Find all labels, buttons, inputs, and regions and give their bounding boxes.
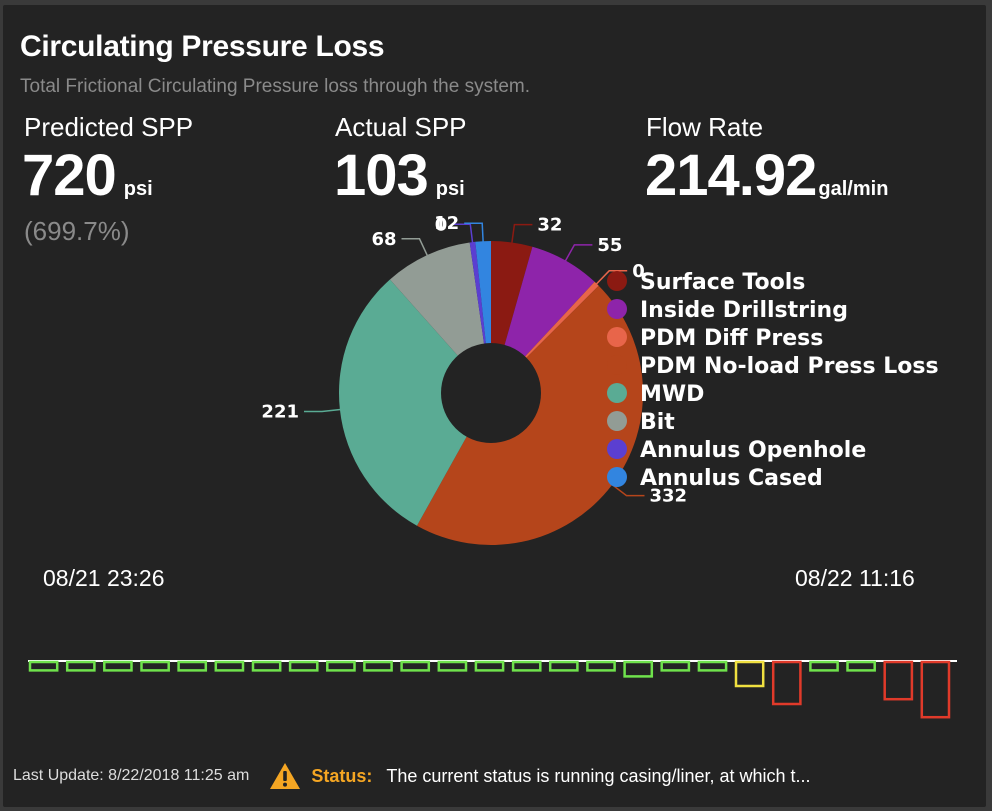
legend-swatch-bit[interactable] <box>607 411 627 431</box>
timeline-bar[interactable] <box>771 660 802 706</box>
legend-label-annulus-cased[interactable]: Annulus Cased <box>640 466 823 491</box>
legend-label-bit[interactable]: Bit <box>640 410 675 435</box>
legend-label-pdm-no-load-press-loss[interactable]: PDM No-load Press Loss <box>640 354 939 379</box>
timeline-bar[interactable] <box>697 660 728 672</box>
timeline-bar[interactable] <box>251 660 282 672</box>
timeline-bar[interactable] <box>586 660 616 672</box>
timeline-bar[interactable] <box>809 660 839 672</box>
leader-inside-drillstring <box>562 244 593 265</box>
legend-label-pdm-diff-press[interactable]: PDM Diff Press <box>640 326 823 351</box>
timeline-bar[interactable] <box>326 660 356 672</box>
data-label-inside-drillstring: 55 <box>597 235 622 256</box>
leader-mwd <box>304 408 344 413</box>
timeline-bar[interactable] <box>734 660 765 688</box>
status-text[interactable]: The current status is running casing/lin… <box>386 766 810 787</box>
status-label: Status: <box>311 765 373 786</box>
timeline-start-time: 08/21 23:26 <box>43 565 165 591</box>
timeline-bar[interactable] <box>177 660 208 672</box>
donut-hole <box>441 343 541 443</box>
timeline-bar[interactable] <box>920 660 951 719</box>
timeline-bar[interactable] <box>660 660 691 672</box>
legend-swatch-inside-drillstring[interactable] <box>607 299 627 319</box>
timeline-bar[interactable] <box>548 660 579 672</box>
timeline-bar[interactable] <box>288 660 319 672</box>
timeline-bar[interactable] <box>883 660 914 701</box>
legend-swatch-mwd[interactable] <box>607 383 627 403</box>
timeline-bar[interactable] <box>140 660 170 672</box>
timeline-bar[interactable] <box>511 660 542 672</box>
timeline-bar[interactable] <box>623 660 654 678</box>
timeline-bar[interactable] <box>103 660 133 672</box>
data-label-annulus-cased: 12 <box>434 213 459 234</box>
warning-icon <box>270 763 301 789</box>
timeline-bar[interactable] <box>214 660 245 672</box>
legend-swatch-annulus-openhole[interactable] <box>607 439 627 459</box>
data-label-bit: 68 <box>371 229 396 250</box>
legend-swatch-pdm-no-load-press-loss[interactable] <box>607 355 627 375</box>
legend-swatch-annulus-cased[interactable] <box>607 467 627 487</box>
status-timeline <box>28 660 957 719</box>
timeline-bar[interactable] <box>437 660 468 672</box>
timeline-bar[interactable] <box>65 660 96 672</box>
timeline-bar[interactable] <box>474 660 505 672</box>
legend-label-annulus-openhole[interactable]: Annulus Openhole <box>640 438 866 463</box>
timeline-end-time: 08/22 11:16 <box>795 565 915 591</box>
leader-bit <box>401 238 430 260</box>
legend-swatch-surface-tools[interactable] <box>607 271 627 291</box>
pressure-loss-donut-chart: 3255033222168012 Surface ToolsInside Dri… <box>28 213 957 719</box>
timeline-bar[interactable] <box>363 660 393 672</box>
chart-legend: Surface Tools Inside Drillstring PDM Diff … <box>607 270 939 491</box>
legend-swatch-pdm-diff-press[interactable] <box>607 327 627 347</box>
legend-label-inside-drillstring[interactable]: Inside Drillstring <box>640 298 848 323</box>
timeline-bar[interactable] <box>846 660 876 672</box>
legend-label-mwd[interactable]: MWD <box>640 382 704 407</box>
timeline-bar[interactable] <box>28 660 59 672</box>
data-label-surface-tools: 32 <box>537 215 562 236</box>
last-update-text: Last Update: 8/22/2018 11:25 am <box>13 767 250 784</box>
data-label-mwd: 221 <box>261 402 299 423</box>
legend-label-surface-tools[interactable]: Surface Tools <box>640 270 805 295</box>
timeline-bar[interactable] <box>400 660 431 672</box>
card-footer: Last Update: 8/22/2018 11:25 am Status: … <box>13 762 811 790</box>
